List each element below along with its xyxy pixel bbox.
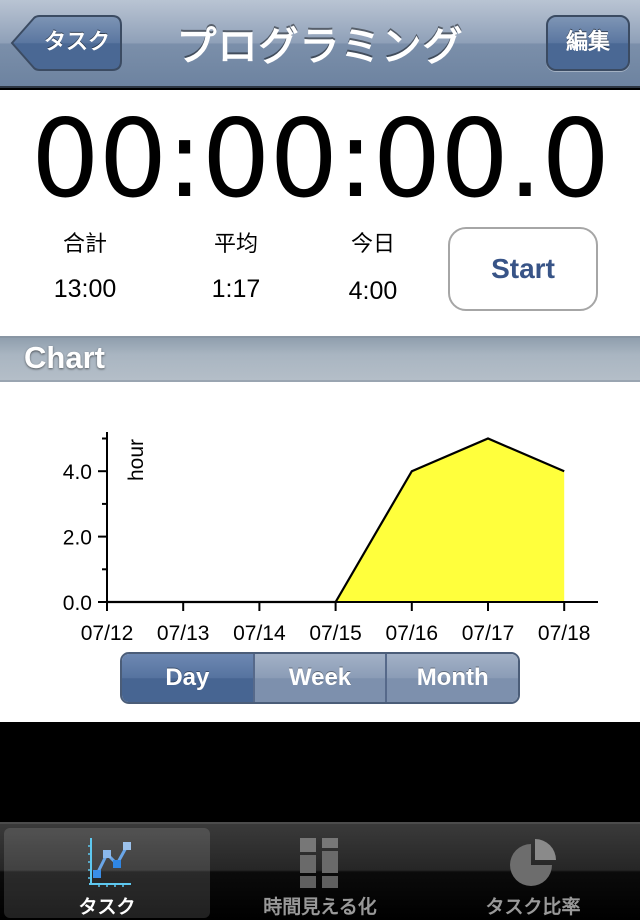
stat-today-label: 今日 — [350, 232, 395, 257]
tab-task-label: タスク — [78, 896, 136, 918]
x-tick-label: 07/15 — [309, 622, 362, 645]
y-tick-label: 4.0 — [63, 461, 92, 484]
edit-button[interactable]: 編集 — [546, 15, 630, 71]
segment-month[interactable]: Month — [385, 654, 518, 702]
stat-today-value: 4:00 — [348, 277, 398, 305]
segment-week[interactable]: Week — [252, 654, 386, 702]
pie-chart-icon — [430, 834, 636, 890]
segment-day[interactable]: Day — [122, 654, 253, 702]
page-title: プログラミング — [176, 24, 464, 70]
stat-today: 今日 4:00 — [313, 230, 433, 306]
x-tick-label: 07/14 — [233, 622, 286, 645]
stat-total: 合計 13:00 — [25, 230, 145, 304]
tab-time-visualization-label: 時間見える化 — [263, 896, 377, 918]
y-tick-label: 2.0 — [63, 527, 92, 550]
x-tick-label: 07/17 — [462, 622, 515, 645]
navigation-bar: タスク プログラミング 編集 — [0, 0, 640, 88]
area-fill — [107, 438, 565, 602]
tab-task-ratio-label: タスク比率 — [485, 896, 581, 918]
stat-average-value: 1:17 — [211, 275, 261, 303]
chart-container: 0.0 2.0 4.0 07/12 07/13 07/14 07/15 07/16 07/17 0… — [0, 382, 640, 652]
x-tick-label: 07/18 — [538, 622, 591, 645]
x-tick-label: 07/16 — [386, 622, 439, 645]
tab-bar: タスク 時間見える化 タスク比率 — [0, 822, 640, 920]
chart-section-title: Chart — [24, 340, 105, 375]
stat-average: 平均 1:17 — [176, 230, 296, 304]
stacked-bars-icon — [217, 834, 423, 890]
line-chart-icon — [4, 834, 210, 890]
stat-total-label: 合計 — [62, 232, 107, 257]
task-detail-content: 00:00:00.0 合計 13:00 平均 1:17 今日 4:00 Star… — [0, 90, 640, 722]
start-button[interactable]: Start — [448, 227, 598, 311]
y-tick-label: 0.0 — [63, 592, 92, 615]
area-chart: 0.0 2.0 4.0 07/12 07/13 07/14 07/15 07/16 07/17 0… — [63, 431, 598, 645]
chart-section-header: Chart — [0, 336, 640, 382]
tab-time-visualization[interactable]: 時間見える化 — [217, 828, 423, 918]
tab-task[interactable]: タスク — [4, 828, 210, 918]
x-tick-label: 07/12 — [81, 622, 134, 645]
y-axis-label: hour — [125, 439, 148, 481]
x-tick-label: 07/13 — [157, 622, 210, 645]
stat-total-value: 13:00 — [53, 275, 117, 303]
tab-task-ratio[interactable]: タスク比率 — [430, 828, 636, 918]
stopwatch-display: 00:00:00.0 — [30, 97, 610, 222]
stat-average-label: 平均 — [213, 232, 258, 257]
period-segmented-control: Day Week Month — [120, 652, 520, 704]
